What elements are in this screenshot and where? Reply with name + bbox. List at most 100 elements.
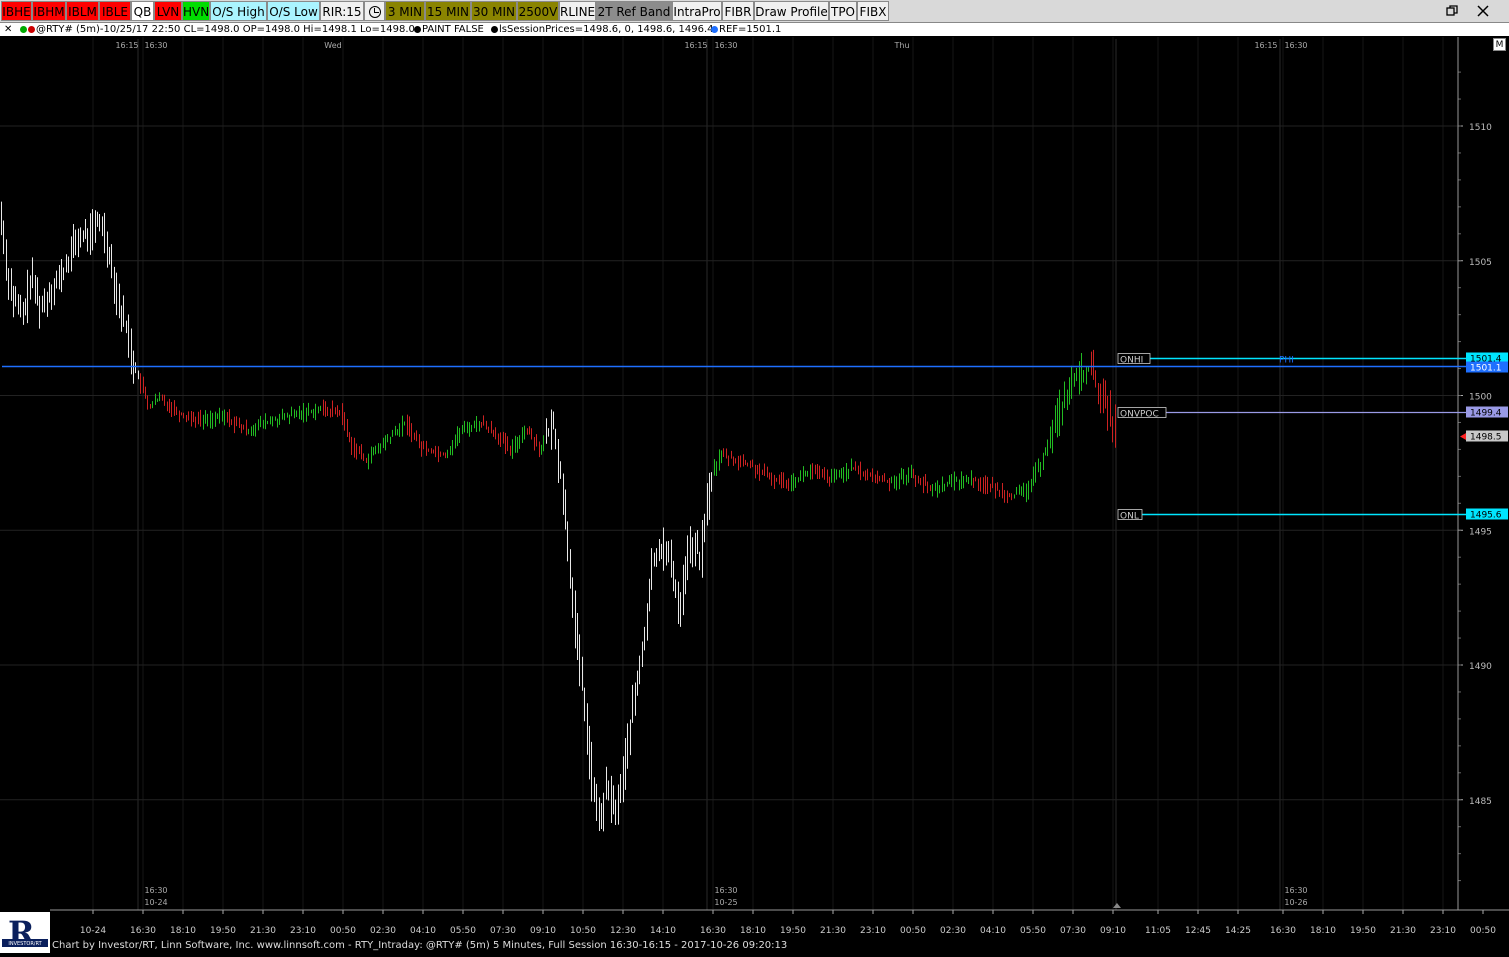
x-tick-label: 18:10 <box>740 926 766 936</box>
level-price-label-onl: 1495.6 <box>1470 511 1502 521</box>
x-tick-label: 00:50 <box>330 926 356 936</box>
top-time-label: 16:30 <box>144 41 167 50</box>
session-prices-info: lsSessionPrices=1498.6, 0, 1498.6, 1496.… <box>491 23 714 36</box>
toolbar-button-o-s-high[interactable]: O/S High <box>210 1 267 21</box>
toolbar-button-3-min[interactable]: 3 MIN <box>385 1 425 21</box>
clock-icon <box>368 6 381 18</box>
toolbar-button-15-min[interactable]: 15 MIN <box>425 1 471 21</box>
symbol-info: @RTY# (5m)-10/25/17 22:50 CL=1498.0 OP=1… <box>20 23 415 36</box>
y-tick-label: 1495 <box>1469 527 1492 537</box>
x-tick-label: 07:30 <box>490 926 516 936</box>
x-tick-label: 16:30 <box>1270 926 1296 936</box>
paint-info-text: PAINT FALSE <box>422 24 484 35</box>
session-time-label: 16:30 <box>714 886 737 895</box>
x-tick-label: 12:45 <box>1185 926 1211 936</box>
x-tick-label: 12:30 <box>610 926 636 936</box>
status-green-icon <box>20 25 27 33</box>
y-tick-label: 1505 <box>1469 258 1492 268</box>
x-tick-label: 02:30 <box>940 926 966 936</box>
toolbar-button-30-min[interactable]: 30 MIN <box>471 1 517 21</box>
toolbar-button-ibhm[interactable]: IBHM <box>32 1 66 21</box>
chart-info-bar: ✕ @RTY# (5m)-10/25/17 22:50 CL=1498.0 OP… <box>0 23 1509 36</box>
toolbar: IBHE IBHM IBLM IBLE QB LVN HVN O/S High O/S Low R… <box>0 0 1509 23</box>
toolbar-button-2t-ref-band[interactable]: 2T Ref Band <box>596 1 672 21</box>
top-time-label: 16:15 <box>115 41 138 50</box>
close-chart-icon[interactable]: ✕ <box>4 23 12 36</box>
toolbar-button-iblm[interactable]: IBLM <box>66 1 99 21</box>
level-tag-onl: ONL <box>1120 512 1139 522</box>
y-tick-label: 1485 <box>1469 797 1492 807</box>
level-price-label-ref: 1501.1 <box>1470 364 1502 374</box>
session-time-label: 16:30 <box>1284 886 1307 895</box>
x-tick-label: 21:30 <box>1390 926 1416 936</box>
status-red-icon <box>28 25 35 33</box>
x-tick-label: 23:10 <box>860 926 886 936</box>
logo-ribbon-text: INVESTOR/RT <box>8 941 42 947</box>
x-tick-label: 10-24 <box>80 926 106 936</box>
y-tick-label: 1490 <box>1469 662 1492 672</box>
ref-info-text: REF=1501.1 <box>719 24 782 35</box>
x-tick-label: 23:10 <box>1430 926 1456 936</box>
session-date-label: 10-25 <box>714 898 737 907</box>
toolbar-button-rline[interactable]: RLINE <box>559 1 596 21</box>
toolbar-button-2500v[interactable]: 2500V <box>517 1 559 21</box>
toolbar-button-lvn[interactable]: LVN <box>154 1 182 21</box>
x-tick-label: 18:10 <box>170 926 196 936</box>
y-tick-label: 1500 <box>1469 393 1492 403</box>
toolbar-button-qb[interactable]: QB <box>131 1 154 21</box>
x-tick-label: 05:50 <box>1020 926 1046 936</box>
toolbar-button-ible[interactable]: IBLE <box>99 1 131 21</box>
x-tick-label: 21:30 <box>250 926 276 936</box>
x-tick-label: 16:30 <box>700 926 726 936</box>
ref-dot-icon <box>711 25 718 33</box>
x-tick-label: 23:10 <box>290 926 316 936</box>
toolbar-button-hvn[interactable]: HVN <box>182 1 210 21</box>
close-icon[interactable] <box>1472 1 1494 21</box>
toolbar-button-ibhe[interactable]: IBHE <box>1 1 32 21</box>
paint-dot-icon <box>414 25 421 33</box>
ref-info: REF=1501.1 <box>711 23 781 36</box>
toolbar-button-rir-15[interactable]: RIR:15 <box>320 1 364 21</box>
symbol-info-text: @RTY# (5m)-10/25/17 22:50 CL=1498.0 OP=1… <box>36 24 415 35</box>
x-tick-label: 14:25 <box>1225 926 1251 936</box>
price-chart[interactable]: 1485 1490 1495 1500 1505 1510 10-24 16:30 18:10 1… <box>0 37 1509 938</box>
x-tick-label: 04:10 <box>980 926 1006 936</box>
toolbar-button-fibx[interactable]: FIBX <box>857 1 889 21</box>
session-date-label: 10-26 <box>1284 898 1307 907</box>
current-price-label: 1498.5 <box>1470 433 1502 443</box>
x-tick-label: 19:50 <box>780 926 806 936</box>
session-dot-icon <box>491 25 498 33</box>
x-tick-label: 05:50 <box>450 926 476 936</box>
restore-window-icon[interactable] <box>1441 1 1463 21</box>
x-tick-label: 02:30 <box>370 926 396 936</box>
level-tag-onhi: ONHI <box>1120 356 1143 366</box>
chart-menu-button[interactable]: M <box>1493 38 1506 51</box>
paint-info: PAINT FALSE <box>414 23 484 36</box>
top-time-label: 16:30 <box>714 41 737 50</box>
x-tick-label: 07:30 <box>1060 926 1086 936</box>
investor-rt-logo: R INVESTOR/RT <box>0 912 50 953</box>
toolbar-button-intrapro[interactable]: IntraPro <box>672 1 722 21</box>
toolbar-button-draw-profile[interactable]: Draw Profile <box>754 1 829 21</box>
toolbar-button-fibr[interactable]: FIBR <box>722 1 754 21</box>
x-tick-label: 00:50 <box>900 926 926 936</box>
top-time-label: 16:15 <box>684 41 707 50</box>
clock-button[interactable] <box>364 1 385 21</box>
x-tick-label: 10:50 <box>570 926 596 936</box>
top-time-label: Thu <box>893 41 909 50</box>
toolbar-button-o-s-low[interactable]: O/S Low <box>267 1 320 21</box>
top-time-label: Wed <box>324 41 341 50</box>
footer: Chart by Investor/RT, Linn Software, Inc… <box>0 938 1509 953</box>
toolbar-button-tpo[interactable]: TPO <box>829 1 857 21</box>
x-tick-label: 14:10 <box>650 926 676 936</box>
session-prices-text: lsSessionPrices=1498.6, 0, 1498.6, 1496.… <box>499 24 714 35</box>
y-tick-label: 1510 <box>1469 123 1492 133</box>
phi-label: PHI <box>1279 356 1294 366</box>
x-tick-label: 16:30 <box>130 926 156 936</box>
top-time-label: 16:30 <box>1284 41 1307 50</box>
x-tick-label: 04:10 <box>410 926 436 936</box>
session-date-label: 10-24 <box>144 898 167 907</box>
x-tick-label: 21:30 <box>820 926 846 936</box>
x-tick-label: 11:05 <box>1145 926 1171 936</box>
x-tick-label: 09:10 <box>1100 926 1126 936</box>
